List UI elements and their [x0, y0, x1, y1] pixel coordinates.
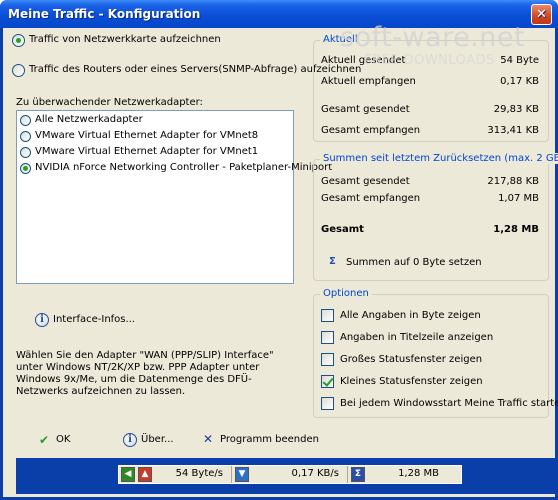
option-checkbox-titlebar[interactable]: [321, 331, 334, 344]
status-divider: [231, 466, 232, 483]
options-group: Optionen Alle Angaben in Byte zeigen Ang…: [313, 288, 558, 418]
current-group-legend: Aktuell: [320, 34, 361, 45]
current-recv-value: 0,17 KB: [500, 76, 539, 87]
nic-radio[interactable]: [12, 34, 25, 47]
sums-recv-value: 1,07 MB: [498, 193, 539, 204]
adapter-radio-vmnet8[interactable]: [20, 131, 31, 142]
option-label-autostart[interactable]: Bei jedem Windowsstart Meine Traffic sta…: [340, 398, 558, 409]
adapter-item-vmnet1[interactable]: VMware Virtual Ethernet Adapter for VMne…: [35, 146, 258, 157]
checkmark-icon[interactable]: ✔: [39, 433, 49, 447]
current-recv-label: Aktuell empfangen: [321, 76, 416, 87]
adapter-item-vmnet8[interactable]: VMware Virtual Ethernet Adapter for VMne…: [35, 130, 258, 141]
adapter-list-label: Zu überwachender Netzwerkadapter:: [16, 97, 203, 108]
current-sent-label: Aktuell gesendet: [321, 55, 406, 66]
interface-info-button[interactable]: Interface-Infos...: [53, 314, 135, 325]
sums-sent-label: Gesamt gesendet: [321, 176, 410, 187]
status-bar-inner: ◀ ▲ 54 Byte/s ▼ 0,17 KB/s Σ 1,28 MB: [118, 465, 462, 484]
option-label-small-status[interactable]: Kleines Statusfenster zeigen: [340, 376, 483, 387]
total-sent-label: Gesamt gesendet: [321, 104, 410, 115]
sums-sent-value: 217,88 KB: [487, 176, 539, 187]
close-button[interactable]: ✕: [531, 4, 552, 25]
quit-button[interactable]: Programm beenden: [220, 434, 319, 445]
sums-group-legend: Summen seit letztem Zurücksetzen (max. 2…: [320, 153, 558, 164]
adapter-radio-all[interactable]: [20, 115, 31, 126]
arrow-up-icon: ▲: [138, 467, 152, 482]
option-checkbox-large-status[interactable]: [321, 353, 334, 366]
option-label-bytes[interactable]: Alle Angaben in Byte zeigen: [340, 310, 481, 321]
dialog-client-area: Traffic von Netzwerkkarte aufzeichnen Tr…: [3, 28, 558, 497]
sums-total-value: 1,28 MB: [493, 224, 539, 235]
about-button[interactable]: Über...: [141, 434, 174, 445]
sums-recv-label: Gesamt empfangen: [321, 193, 421, 204]
upload-rate-value: 54 Byte/s: [175, 468, 223, 479]
status-bar: ◀ ▲ 54 Byte/s ▼ 0,17 KB/s Σ 1,28 MB: [16, 458, 556, 494]
adapter-hint-text: Wählen Sie den Adapter "WAN (PPP/SLIP) I…: [16, 350, 274, 397]
status-divider: [347, 466, 348, 483]
adapter-listbox[interactable]: Alle Netzwerkadapter VMware Virtual Ethe…: [16, 110, 332, 284]
sigma-total-icon: Σ: [351, 467, 365, 482]
options-group-legend: Optionen: [320, 288, 372, 299]
download-rate-value: 0,17 KB/s: [291, 468, 339, 479]
total-recv-value: 313,41 KB: [487, 125, 539, 136]
option-label-large-status[interactable]: Großes Statusfenster zeigen: [340, 354, 482, 365]
adapter-item-nvidia[interactable]: NVIDIA nForce Networking Controller - Pa…: [35, 162, 332, 173]
router-radio[interactable]: [12, 64, 25, 77]
info-icon[interactable]: i: [35, 313, 49, 327]
total-traffic-value: 1,28 MB: [398, 468, 439, 479]
total-recv-label: Gesamt empfangen: [321, 125, 421, 136]
arrow-down-icon: ▼: [235, 467, 249, 482]
current-sent-value: 54 Byte: [500, 55, 539, 66]
app-window: Meine Traffic - Konfiguration ✕ Traffic …: [0, 0, 558, 500]
sigma-icon[interactable]: Σ: [329, 256, 336, 267]
sums-total-label: Gesamt: [321, 224, 364, 235]
adapter-radio-vmnet1[interactable]: [20, 147, 31, 158]
reset-sums-button[interactable]: Summen auf 0 Byte setzen: [346, 257, 482, 268]
ok-button[interactable]: OK: [56, 434, 70, 445]
total-sent-value: 29,83 KB: [493, 104, 539, 115]
window-title: Meine Traffic - Konfiguration: [8, 7, 201, 21]
arrow-left-icon: ◀: [121, 467, 135, 482]
current-group: Aktuell Aktuell gesendet 54 Byte Aktuell…: [313, 34, 549, 142]
close-x-icon[interactable]: ✕: [203, 432, 213, 446]
adapter-item-all[interactable]: Alle Netzwerkadapter: [35, 114, 143, 125]
option-label-titlebar[interactable]: Angaben in Titelzeile anzeigen: [340, 332, 493, 343]
about-info-icon[interactable]: i: [123, 433, 137, 447]
adapter-radio-nvidia[interactable]: [20, 163, 31, 174]
title-bar[interactable]: Meine Traffic - Konfiguration ✕: [0, 0, 558, 28]
option-checkbox-bytes[interactable]: [321, 309, 334, 322]
sums-group: Summen seit letztem Zurücksetzen (max. 2…: [313, 153, 558, 281]
option-checkbox-small-status[interactable]: [321, 375, 334, 388]
router-radio-label[interactable]: Traffic des Routers oder eines Servers(S…: [29, 64, 361, 75]
option-checkbox-autostart[interactable]: [321, 397, 334, 410]
nic-radio-label[interactable]: Traffic von Netzwerkkarte aufzeichnen: [29, 34, 221, 45]
